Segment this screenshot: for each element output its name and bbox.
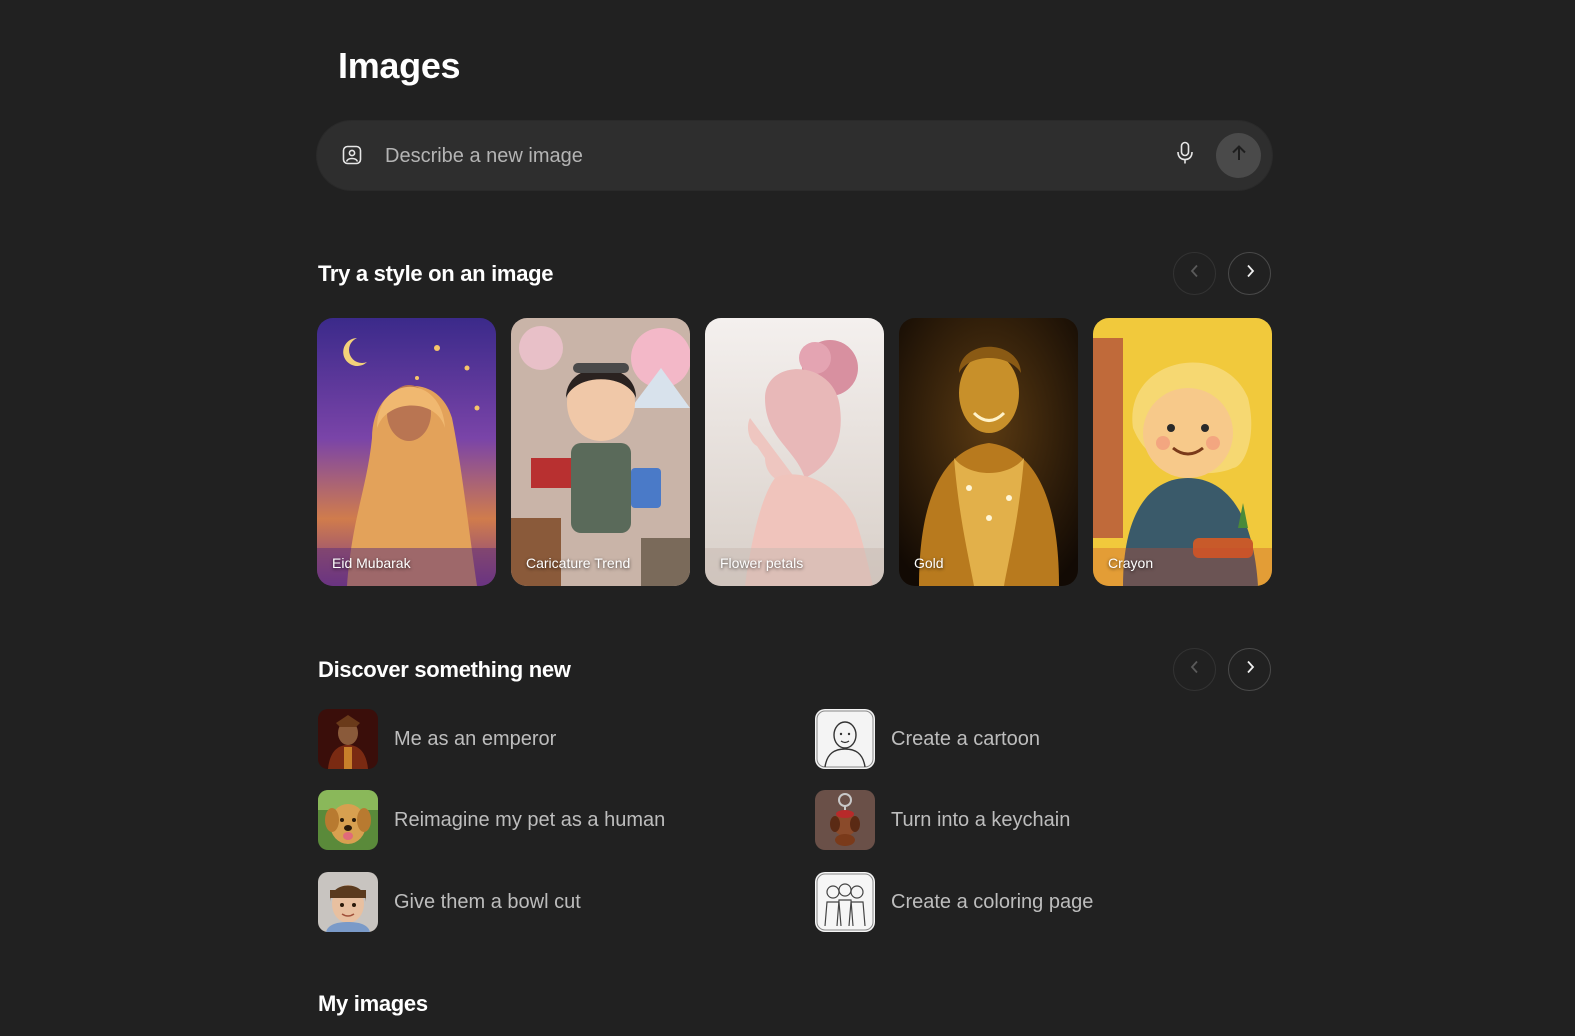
style-card-caricature-trend[interactable]: Caricature Trend xyxy=(511,318,690,586)
coloring-page-thumbnail xyxy=(815,872,875,932)
card-label: Gold xyxy=(914,555,944,571)
flower-petals-image xyxy=(705,318,884,586)
style-card-gold[interactable]: Gold xyxy=(899,318,1078,586)
card-label: Caricature Trend xyxy=(526,555,631,571)
cartoon-thumbnail xyxy=(815,709,875,769)
crayon-image xyxy=(1093,318,1272,586)
chevron-left-icon xyxy=(1189,264,1201,283)
prompt-bar xyxy=(317,121,1272,190)
microphone-icon xyxy=(1176,141,1194,170)
boy-thumbnail xyxy=(318,872,378,932)
card-label: Eid Mubarak xyxy=(332,555,411,571)
styles-next-button[interactable] xyxy=(1228,252,1271,295)
page-title: Images xyxy=(338,45,461,86)
discover-item-keychain[interactable]: Turn into a keychain xyxy=(815,790,1070,850)
discover-item-label: Reimagine my pet as a human xyxy=(394,808,666,831)
style-card-eid-mubarak[interactable]: Eid Mubarak xyxy=(317,318,496,586)
emperor-thumbnail xyxy=(318,709,378,769)
caricature-trend-image xyxy=(511,318,690,586)
discover-item-label: Create a coloring page xyxy=(891,890,1094,913)
eid-mubarak-image xyxy=(317,318,496,586)
card-label: Flower petals xyxy=(720,555,804,571)
discover-item-coloring-page[interactable]: Create a coloring page xyxy=(815,872,1093,932)
discover-item-emperor[interactable]: Me as an emperor xyxy=(318,709,556,769)
microphone-button[interactable] xyxy=(1171,141,1199,169)
dog-thumbnail xyxy=(318,790,378,850)
styles-prev-button[interactable] xyxy=(1173,252,1216,295)
send-button[interactable] xyxy=(1216,133,1261,178)
style-cards: Eid Mubarak Caricature Trend Flower peta… xyxy=(317,318,1272,586)
my-images-section-title: My images xyxy=(318,991,428,1016)
image-upload-icon[interactable] xyxy=(342,145,362,165)
discover-item-pet-human[interactable]: Reimagine my pet as a human xyxy=(318,790,665,850)
discover-section-title: Discover something new xyxy=(318,657,571,682)
discover-item-label: Me as an emperor xyxy=(394,727,557,750)
chevron-right-icon xyxy=(1244,660,1256,679)
chevron-left-icon xyxy=(1189,660,1201,679)
style-card-flower-petals[interactable]: Flower petals xyxy=(705,318,884,586)
discover-next-button[interactable] xyxy=(1228,648,1271,691)
styles-section-title: Try a style on an image xyxy=(318,261,554,286)
keychain-thumbnail xyxy=(815,790,875,850)
discover-item-label: Give them a bowl cut xyxy=(394,890,581,913)
discover-item-bowl-cut[interactable]: Give them a bowl cut xyxy=(318,872,581,932)
card-label: Crayon xyxy=(1108,555,1154,571)
discover-prev-button[interactable] xyxy=(1173,648,1216,691)
discover-item-cartoon[interactable]: Create a cartoon xyxy=(815,709,1040,769)
style-card-crayon[interactable]: Crayon xyxy=(1093,318,1272,586)
discover-item-label: Turn into a keychain xyxy=(891,808,1071,831)
discover-item-label: Create a cartoon xyxy=(891,727,1040,750)
images-page: Images Describe a new image Try a style … xyxy=(0,0,1575,1036)
gold-image xyxy=(899,318,1078,586)
prompt-input[interactable] xyxy=(383,135,1167,177)
chevron-right-icon xyxy=(1244,264,1256,283)
arrow-up-icon xyxy=(1229,143,1249,168)
